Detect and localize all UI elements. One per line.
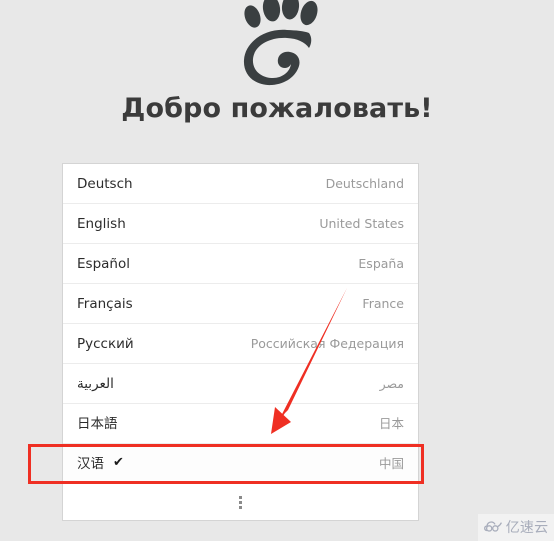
language-name: Deutsch xyxy=(77,175,133,192)
welcome-heading: Добро пожаловать! xyxy=(121,93,433,124)
language-row-english[interactable]: English United States xyxy=(63,204,418,244)
language-country: 中国 xyxy=(378,456,404,471)
language-row-japanese[interactable]: 日本語 日本 xyxy=(63,404,418,444)
vertical-dots-icon xyxy=(239,495,242,509)
language-row-francais[interactable]: Français France xyxy=(63,284,418,324)
language-country: 日本 xyxy=(378,416,404,431)
language-country: Deutschland xyxy=(325,176,404,191)
language-row-espanol[interactable]: Español España xyxy=(63,244,418,284)
language-row-left: Русский xyxy=(77,336,134,352)
language-name: Français xyxy=(77,295,133,312)
language-country: Российская Федерация xyxy=(250,336,404,351)
language-row-left: Français xyxy=(77,296,133,312)
language-country: España xyxy=(358,256,404,271)
language-row-deutsch[interactable]: Deutsch Deutschland xyxy=(63,164,418,204)
language-row-arabic[interactable]: العربية مصر xyxy=(63,364,418,404)
language-name: 日本語 xyxy=(77,415,118,432)
check-icon: ✔ xyxy=(113,455,124,470)
screen-root: Добро пожаловать! Deutsch Deutschland En… xyxy=(0,0,554,541)
cloud-logo-icon xyxy=(483,518,503,537)
language-list-panel: Deutsch Deutschland English United State… xyxy=(62,163,419,521)
language-country: France xyxy=(362,296,404,311)
more-languages-button[interactable] xyxy=(63,484,418,520)
language-country: مصر xyxy=(379,376,404,391)
language-name: Русский xyxy=(77,335,134,352)
language-row-left: 汉语 ✔ xyxy=(77,456,124,472)
language-row-russian[interactable]: Русский Российская Федерация xyxy=(63,324,418,364)
language-name: 汉语 xyxy=(77,455,104,472)
gnome-logo-container xyxy=(0,0,554,86)
language-row-chinese[interactable]: 汉语 ✔ 中国 xyxy=(63,444,418,484)
watermark-text: 亿速云 xyxy=(505,519,549,536)
language-name: Español xyxy=(77,255,130,272)
language-country: United States xyxy=(319,216,404,231)
language-row-left: 日本語 xyxy=(77,416,118,432)
language-name: العربية xyxy=(77,375,114,392)
language-row-left: English xyxy=(77,216,126,232)
gnome-foot-logo xyxy=(225,0,329,86)
watermark: 亿速云 xyxy=(478,514,554,541)
language-row-left: العربية xyxy=(77,376,114,392)
language-name: English xyxy=(77,215,126,232)
language-row-left: Español xyxy=(77,256,130,272)
language-row-left: Deutsch xyxy=(77,176,133,192)
